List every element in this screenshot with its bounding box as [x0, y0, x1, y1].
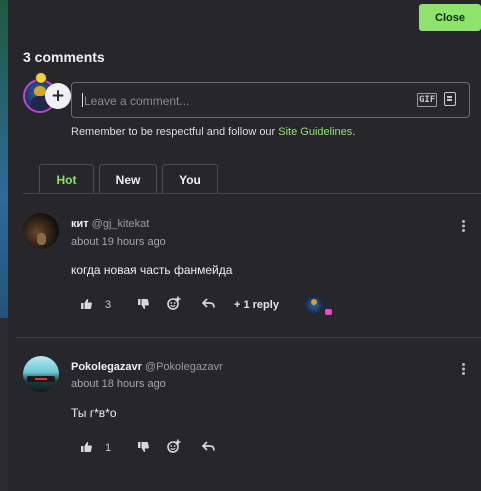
- avatar-badge: [35, 72, 47, 84]
- comment-avatar[interactable]: [23, 356, 59, 392]
- like-icon[interactable]: [80, 441, 92, 453]
- more-options-icon[interactable]: [461, 219, 465, 233]
- sticker-icon[interactable]: [444, 92, 456, 106]
- add-attachment-button[interactable]: +: [45, 83, 71, 109]
- dislike-icon[interactable]: [137, 298, 149, 310]
- tabs-divider: [23, 193, 481, 194]
- comment-author[interactable]: кит @gj_kitekat: [71, 218, 149, 230]
- comment-text: Ты г*в*о: [71, 406, 117, 420]
- reply-icon[interactable]: [202, 298, 215, 309]
- view-replies-button[interactable]: + 1 reply: [234, 299, 279, 311]
- like-count: 1: [105, 442, 112, 454]
- gif-icon[interactable]: GIF: [417, 93, 438, 107]
- guidelines-notice: Remember to be respectful and follow our…: [71, 126, 355, 138]
- comment-timestamp: about 19 hours ago: [71, 236, 166, 248]
- reply-icon[interactable]: [202, 441, 215, 452]
- comment-timestamp: about 18 hours ago: [71, 378, 166, 390]
- tab-hot[interactable]: Hot: [39, 164, 94, 194]
- guidelines-text: Remember to be respectful and follow our: [71, 126, 279, 138]
- add-reaction-icon[interactable]: [167, 296, 181, 310]
- comment-author[interactable]: Pokolegazavr @Pokolegazavr: [71, 361, 223, 373]
- comment-username[interactable]: Pokolegazavr: [71, 361, 142, 373]
- comment-input[interactable]: [82, 91, 406, 111]
- dislike-icon[interactable]: [137, 441, 149, 453]
- more-options-icon[interactable]: [461, 362, 465, 376]
- like-count: 3: [105, 299, 112, 311]
- comment-handle: @Pokolegazavr: [144, 361, 223, 373]
- tab-new[interactable]: New: [99, 164, 157, 194]
- site-guidelines-link[interactable]: Site Guidelines: [278, 126, 352, 138]
- comment-input-box: GIF: [71, 82, 470, 118]
- comment-divider: [16, 337, 481, 338]
- background-page-lower: [0, 318, 8, 491]
- reply-user-badge: [325, 309, 332, 315]
- reply-user-avatar: [305, 296, 323, 314]
- comment-text: когда новая часть фанмейда: [71, 263, 233, 277]
- like-icon[interactable]: [80, 298, 92, 310]
- comment-count-title: 3 comments: [23, 49, 105, 65]
- comment-avatar[interactable]: [23, 213, 59, 249]
- tab-you[interactable]: You: [162, 164, 218, 194]
- close-button[interactable]: Close: [419, 4, 481, 31]
- comments-panel: Close 3 comments + GIF Remember to be re…: [8, 0, 481, 491]
- guidelines-period: .: [352, 126, 356, 138]
- comment-username[interactable]: кит: [71, 218, 89, 230]
- add-reaction-icon[interactable]: [167, 439, 181, 453]
- comment-handle: @gj_kitekat: [91, 218, 150, 230]
